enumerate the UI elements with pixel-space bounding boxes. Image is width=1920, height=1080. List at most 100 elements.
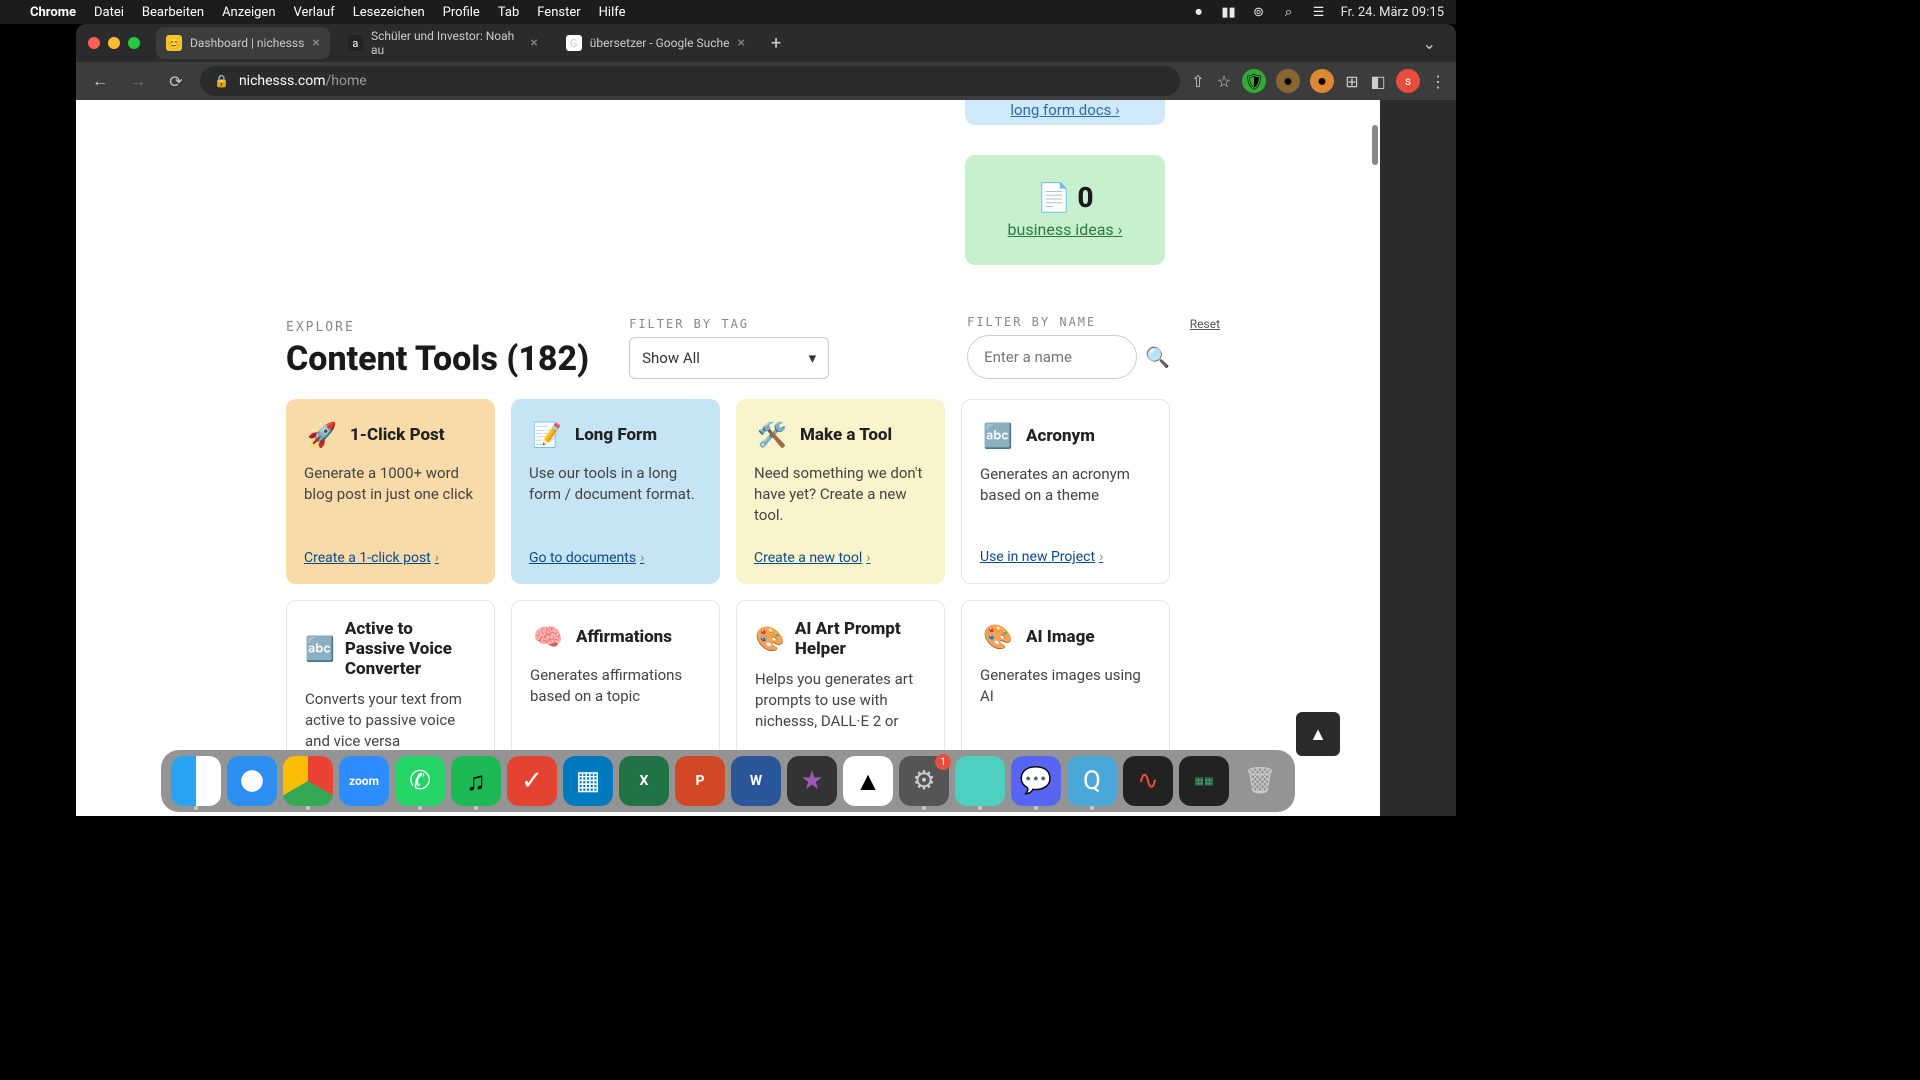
dock-imovie[interactable]: ★ bbox=[787, 756, 837, 806]
extension-icon-1[interactable]: 🛡 bbox=[1242, 69, 1266, 93]
dock-discord[interactable]: 💬 bbox=[1011, 756, 1061, 806]
tool-card-title: 1-Click Post bbox=[350, 425, 445, 445]
menu-datei[interactable]: Datei bbox=[94, 5, 124, 20]
settings-badge: 1 bbox=[935, 754, 951, 770]
tool-card-icon: 📝 bbox=[529, 417, 565, 453]
minimize-window-button[interactable] bbox=[108, 37, 120, 49]
reload-button[interactable]: ⟳ bbox=[162, 67, 190, 95]
tool-card[interactable]: 🛠️ Make a Tool Need something we don't h… bbox=[736, 399, 945, 584]
business-ideas-card[interactable]: 📄 0 business ideas › bbox=[965, 155, 1165, 265]
menu-hilfe[interactable]: Hilfe bbox=[599, 5, 626, 20]
dock-zoom[interactable]: zoom bbox=[339, 756, 389, 806]
wifi-icon[interactable]: ⊚ bbox=[1251, 4, 1267, 20]
tool-card-icon: 🎨 bbox=[980, 619, 1016, 655]
menu-anzeigen[interactable]: Anzeigen bbox=[222, 5, 275, 20]
tab-title: Schüler und Investor: Noah au bbox=[371, 29, 522, 57]
scroll-to-top-button[interactable]: ▲ bbox=[1296, 712, 1340, 756]
chevron-down-icon: ▾ bbox=[809, 349, 817, 367]
close-window-button[interactable] bbox=[88, 37, 100, 49]
dock-safari[interactable] bbox=[227, 756, 277, 806]
control-center-icon[interactable]: ☰ bbox=[1311, 4, 1327, 20]
profile-avatar[interactable]: s bbox=[1396, 69, 1420, 93]
page-title: Content Tools (182) bbox=[286, 339, 589, 379]
filter-tag-select[interactable]: Show All ▾ bbox=[629, 337, 829, 379]
reset-link[interactable]: Reset bbox=[1190, 317, 1220, 331]
business-ideas-link[interactable]: business ideas › bbox=[1008, 220, 1123, 239]
dock-spotify[interactable]: ♫ bbox=[451, 756, 501, 806]
extension-icon-3[interactable]: ● bbox=[1310, 69, 1334, 93]
menu-bearbeiten[interactable]: Bearbeiten bbox=[142, 5, 204, 20]
sidepanel-icon[interactable]: ◧ bbox=[1370, 73, 1386, 89]
tool-card-icon: 🔤 bbox=[305, 631, 335, 667]
menu-tab[interactable]: Tab bbox=[498, 5, 519, 20]
explore-section: EXPLORE Content Tools (182) FILTER BY TA… bbox=[286, 315, 1170, 785]
dock-drive[interactable]: ▲ bbox=[843, 756, 893, 806]
extensions-puzzle-icon[interactable]: ⊞ bbox=[1344, 73, 1360, 89]
menu-fenster[interactable]: Fenster bbox=[537, 5, 580, 20]
dock-trash[interactable]: 🗑 bbox=[1235, 756, 1285, 806]
tool-card-link[interactable]: Create a 1-click post › bbox=[304, 550, 477, 566]
document-icon: 📄 bbox=[1036, 181, 1071, 214]
record-icon[interactable]: ⏺ bbox=[1191, 4, 1207, 20]
tool-card-title: Active to Passive Voice Converter bbox=[345, 619, 476, 679]
tab-amazon[interactable]: a Schüler und Investor: Noah au × bbox=[338, 27, 548, 59]
menu-verlauf[interactable]: Verlauf bbox=[294, 5, 335, 20]
kebab-menu-icon[interactable]: ⋮ bbox=[1430, 73, 1446, 89]
url-domain: nichesss.com bbox=[239, 73, 326, 89]
long-form-docs-card[interactable]: long form docs › bbox=[965, 100, 1165, 125]
url-path: /home bbox=[326, 73, 367, 89]
new-tab-button[interactable]: + bbox=[763, 33, 789, 54]
tool-card-link[interactable]: Create a new tool › bbox=[754, 550, 927, 566]
tab-google[interactable]: G übersetzer - Google Suche × bbox=[556, 27, 755, 59]
menubar-clock[interactable]: Fr. 24. März 09:15 bbox=[1341, 5, 1444, 20]
tool-card-title: AI Image bbox=[1026, 627, 1095, 647]
app-name[interactable]: Chrome bbox=[30, 5, 76, 20]
dock-voice-memos[interactable]: ∿ bbox=[1123, 756, 1173, 806]
back-button[interactable]: ← bbox=[86, 67, 114, 95]
share-icon[interactable]: ⇧ bbox=[1190, 73, 1206, 89]
dock-chrome[interactable] bbox=[283, 756, 333, 806]
dock-finder[interactable] bbox=[171, 756, 221, 806]
tool-card[interactable]: 🚀 1-Click Post Generate a 1000+ word blo… bbox=[286, 399, 495, 584]
spotlight-icon[interactable]: ⌕ bbox=[1281, 4, 1297, 20]
search-icon[interactable]: 🔍 bbox=[1145, 345, 1170, 369]
menu-lesezeichen[interactable]: Lesezeichen bbox=[353, 5, 425, 20]
page-viewport: long form docs › 📄 0 business ideas › EX… bbox=[76, 100, 1380, 816]
tool-card-title: AI Art Prompt Helper bbox=[795, 619, 926, 659]
dock-trello[interactable]: ▦ bbox=[563, 756, 613, 806]
address-bar[interactable]: 🔒 nichesss.com/home bbox=[200, 66, 1180, 96]
close-tab-icon[interactable]: × bbox=[737, 35, 744, 51]
filter-tag-label: FILTER BY TAG bbox=[629, 317, 829, 331]
dock-todoist[interactable]: ✓ bbox=[507, 756, 557, 806]
close-tab-icon[interactable]: × bbox=[312, 35, 319, 51]
dock-powerpoint[interactable]: P bbox=[675, 756, 725, 806]
extension-icon-2[interactable]: ● bbox=[1276, 69, 1300, 93]
dock-word[interactable]: W bbox=[731, 756, 781, 806]
fullscreen-window-button[interactable] bbox=[128, 37, 140, 49]
dock-app-teal[interactable] bbox=[955, 756, 1005, 806]
tool-card-icon: 🚀 bbox=[304, 417, 340, 453]
tab-dashboard[interactable]: 😊 Dashboard | nichesss × bbox=[156, 27, 330, 59]
dock-app-dark[interactable]: ▦▦ bbox=[1179, 756, 1229, 806]
tool-card-link[interactable]: Go to documents › bbox=[529, 550, 702, 566]
close-tab-icon[interactable]: × bbox=[530, 35, 537, 51]
forward-button[interactable]: → bbox=[124, 67, 152, 95]
tool-card-desc: Generate a 1000+ word blog post in just … bbox=[304, 463, 477, 540]
dock-quicktime[interactable]: Q bbox=[1067, 756, 1117, 806]
dock-settings[interactable]: ⚙1 bbox=[899, 756, 949, 806]
tool-card[interactable]: 🔤 Acronym Generates an acronym based on … bbox=[961, 399, 1170, 584]
menu-profile[interactable]: Profile bbox=[443, 5, 480, 20]
favicon-google: G bbox=[566, 35, 582, 51]
dock-excel[interactable]: X bbox=[619, 756, 669, 806]
tab-dropdown-icon[interactable]: ⌄ bbox=[1415, 34, 1444, 53]
dock-whatsapp[interactable]: ✆ bbox=[395, 756, 445, 806]
tool-card-link[interactable]: Use in new Project › bbox=[980, 549, 1151, 565]
tool-card-title: Long Form bbox=[575, 425, 657, 445]
filter-name-input[interactable] bbox=[967, 335, 1137, 379]
tool-card[interactable]: 📝 Long Form Use our tools in a long form… bbox=[511, 399, 720, 584]
tool-card-desc: Generates an acronym based on a theme bbox=[980, 464, 1151, 539]
bookmark-star-icon[interactable]: ☆ bbox=[1216, 73, 1232, 89]
battery-icon[interactable]: ▮▮ bbox=[1221, 4, 1237, 20]
long-form-docs-link[interactable]: long form docs › bbox=[1010, 101, 1119, 119]
scrollbar-thumb[interactable] bbox=[1372, 125, 1378, 165]
